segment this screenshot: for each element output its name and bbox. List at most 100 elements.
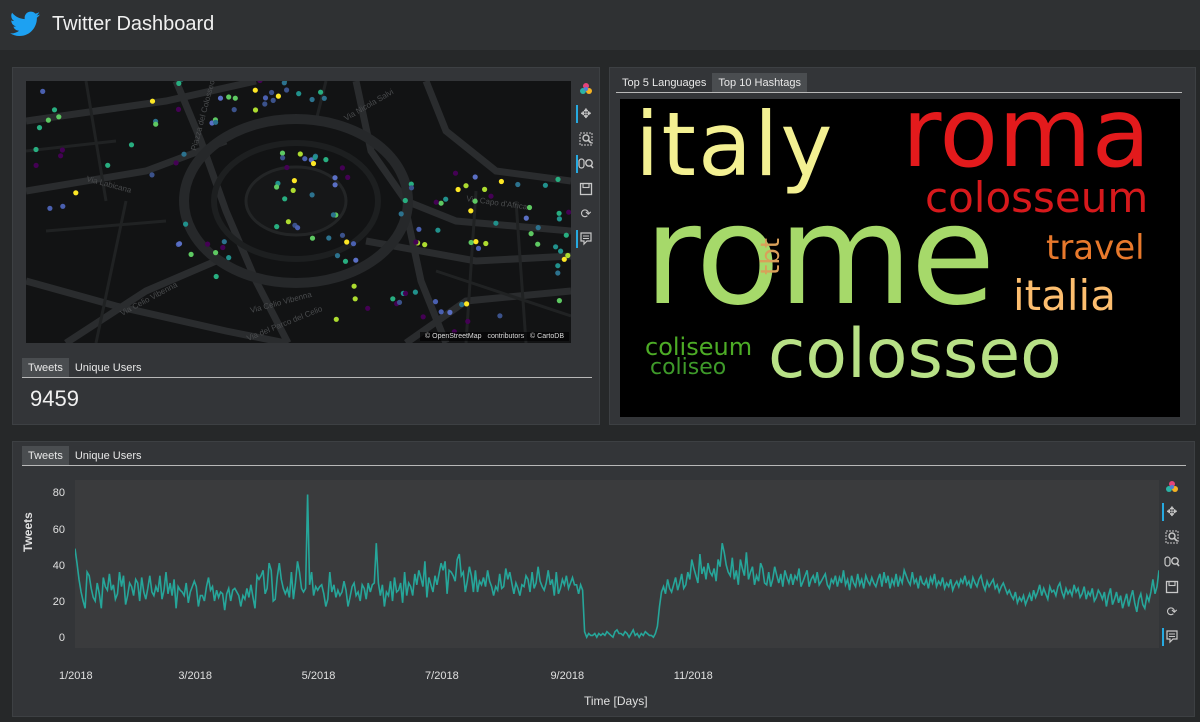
tweet-point[interactable] [483, 240, 489, 247]
tweets-line-chart[interactable] [74, 480, 1160, 648]
tweet-point[interactable] [390, 296, 396, 302]
tweet-point[interactable] [175, 106, 182, 112]
tweet-point[interactable] [402, 290, 409, 296]
tweet-point[interactable] [181, 151, 187, 157]
tweet-point[interactable] [332, 182, 338, 188]
tweet-point[interactable] [326, 235, 332, 241]
tweet-point[interactable] [231, 107, 237, 113]
tweet-point[interactable] [535, 241, 541, 247]
tweet-point[interactable] [438, 200, 444, 206]
tweet-point[interactable] [398, 211, 404, 217]
carto-link[interactable]: © CartoDB [530, 333, 564, 340]
tweet-point[interactable] [213, 250, 219, 256]
tweet-point[interactable] [334, 253, 341, 259]
tweet-point[interactable] [464, 301, 470, 307]
tweet-point[interactable] [285, 219, 291, 225]
tweet-point[interactable] [290, 187, 296, 193]
tweet-point[interactable] [226, 255, 232, 261]
save-icon[interactable] [1162, 578, 1180, 596]
tweet-point[interactable] [330, 212, 336, 218]
tweet-point[interactable] [332, 175, 338, 181]
tweet-point[interactable] [497, 313, 503, 319]
tweet-point[interactable] [269, 89, 275, 96]
tweet-point[interactable] [281, 81, 287, 86]
tweet-point[interactable] [556, 210, 562, 216]
pan-icon[interactable]: ✥ [1162, 503, 1180, 521]
tweet-point[interactable] [296, 91, 302, 97]
tweet-point[interactable] [323, 157, 329, 163]
tweet-point[interactable] [408, 185, 415, 191]
tweet-point[interactable] [553, 244, 559, 250]
tweet-point[interactable] [515, 181, 521, 188]
tweet-point[interactable] [302, 156, 308, 162]
box-zoom-icon[interactable] [1162, 528, 1180, 546]
tweet-point[interactable] [291, 178, 297, 184]
tweet-point[interactable] [188, 251, 194, 257]
tweet-point[interactable] [73, 190, 79, 196]
map-canvas[interactable]: Via Celio Vibenna Via Celio Vibenna Via … [26, 81, 571, 343]
tweet-point[interactable] [45, 117, 51, 123]
tweet-point[interactable] [149, 172, 155, 178]
tweet-point[interactable] [153, 121, 159, 127]
tweet-point[interactable] [558, 248, 564, 254]
tweet-point[interactable] [274, 224, 280, 230]
hover-icon[interactable] [576, 230, 594, 248]
tweet-point[interactable] [422, 242, 428, 248]
tweet-point[interactable] [413, 239, 419, 245]
tweet-point[interactable] [309, 192, 315, 198]
tweet-point[interactable] [342, 258, 349, 264]
tab-unique-users[interactable]: Unique Users [69, 446, 148, 465]
save-icon[interactable] [576, 180, 594, 198]
tweet-point[interactable] [213, 273, 219, 280]
wheel-zoom-icon[interactable] [576, 155, 594, 173]
reset-icon[interactable]: ⟳ [1162, 603, 1180, 621]
tweet-point[interactable] [173, 160, 179, 166]
tweet-point[interactable] [396, 299, 403, 305]
tweet-point[interactable] [279, 150, 286, 156]
osm-link[interactable]: © OpenStreetMap [425, 333, 482, 340]
tweet-point[interactable] [566, 209, 571, 215]
tweet-point[interactable] [402, 197, 408, 204]
tweet-point[interactable] [345, 174, 351, 180]
tweet-point[interactable] [257, 81, 263, 84]
reset-icon[interactable]: ⟳ [576, 205, 594, 223]
tweet-point[interactable] [284, 164, 290, 171]
tweet-point[interactable] [252, 87, 258, 93]
tab-tweets[interactable]: Tweets [22, 358, 69, 377]
bokeh-logo-icon[interactable] [1162, 478, 1180, 496]
tweet-point[interactable] [555, 263, 561, 269]
tweet-point[interactable] [472, 174, 478, 180]
tab-tweets[interactable]: Tweets [22, 446, 69, 465]
tweet-point[interactable] [433, 199, 439, 205]
tweet-point[interactable] [482, 186, 488, 192]
tweet-point[interactable] [447, 309, 453, 315]
tweet-point[interactable] [149, 98, 156, 104]
tab-top-languages[interactable]: Top 5 Languages [616, 73, 712, 92]
tweet-point[interactable] [51, 107, 58, 113]
tweet-point[interactable] [556, 216, 563, 222]
tweet-point[interactable] [435, 227, 441, 233]
tweet-point[interactable] [33, 146, 39, 153]
tweet-point[interactable] [262, 95, 269, 101]
tweet-point[interactable] [344, 239, 350, 245]
tweet-point[interactable] [432, 299, 439, 305]
tweet-point[interactable] [438, 309, 444, 315]
tweet-point[interactable] [350, 241, 357, 247]
bokeh-logo-icon[interactable] [576, 80, 594, 98]
tweet-point[interactable] [488, 193, 494, 199]
pan-icon[interactable]: ✥ [576, 105, 594, 123]
tweet-point[interactable] [321, 95, 327, 101]
tab-top-hashtags[interactable]: Top 10 Hashtags [712, 73, 807, 92]
tweet-point[interactable] [280, 155, 286, 161]
tweet-point[interactable] [183, 221, 189, 227]
tweet-point[interactable] [33, 162, 39, 168]
tweet-point[interactable] [128, 142, 135, 148]
tweet-point[interactable] [40, 88, 46, 94]
tweet-point[interactable] [420, 314, 426, 320]
tweet-point[interactable] [312, 154, 318, 160]
tweet-point[interactable] [556, 298, 563, 304]
tweet-point[interactable] [353, 257, 359, 263]
tweet-point[interactable] [217, 95, 224, 101]
tweet-point[interactable] [463, 183, 469, 189]
tweet-point[interactable] [563, 232, 569, 238]
